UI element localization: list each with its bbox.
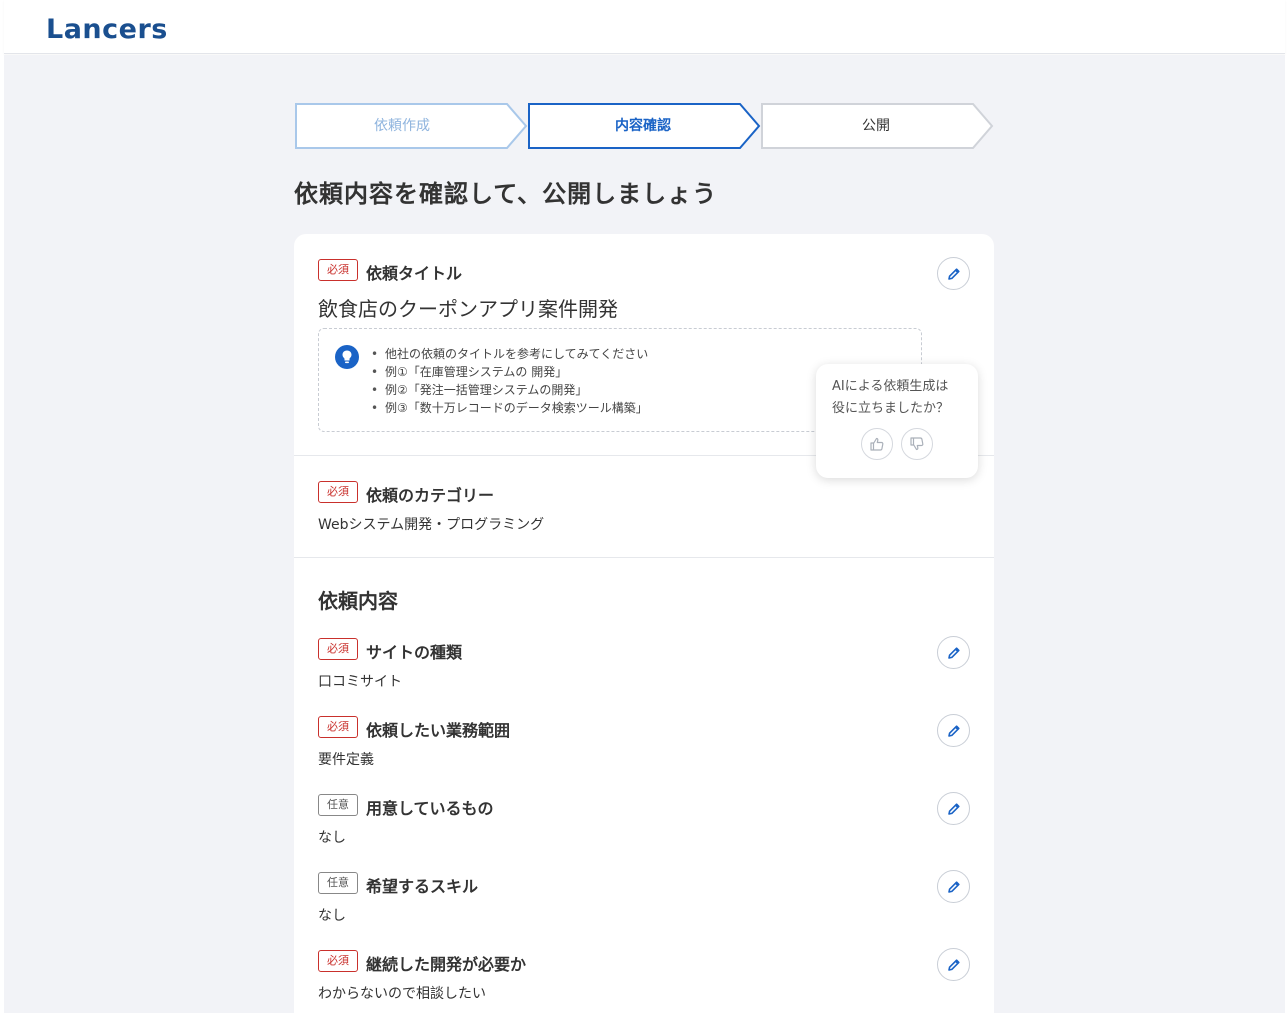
- main-content: 依頼作成 内容確認 公開 依頼内容を確認して、公開しましょう 必須 依頼タイトル…: [4, 55, 1285, 1013]
- site-type-value: 口コミサイト: [318, 674, 402, 690]
- page-title: 依頼内容を確認して、公開しましょう: [294, 180, 718, 208]
- step-create-label: 依頼作成: [374, 118, 430, 134]
- work-scope-value: 要件定義: [318, 752, 374, 768]
- site-header: Lancers: [4, 0, 1285, 54]
- step-confirm-label: 内容確認: [615, 118, 671, 134]
- hint-item: 他社の依頼のタイトルを参考にしてみてください: [371, 345, 648, 363]
- optional-badge: 任意: [318, 794, 358, 816]
- details-heading: 依頼内容: [318, 589, 398, 613]
- edit-work-scope-button[interactable]: [937, 714, 970, 747]
- pencil-icon: [947, 267, 960, 280]
- hint-item: 例③「数十万レコードのデータ検索ツール構築」: [371, 399, 648, 417]
- step-publish: 公開: [760, 102, 996, 150]
- desired-skills-label: 希望するスキル: [366, 877, 479, 896]
- edit-continued-dev-button[interactable]: [937, 948, 970, 981]
- title-field-label: 依頼タイトル: [366, 264, 463, 283]
- step-confirm: 内容確認: [527, 102, 763, 150]
- ai-feedback-line1: AIによる依頼生成は: [832, 379, 949, 394]
- pencil-icon: [947, 724, 960, 737]
- thumbs-down-button[interactable]: [901, 428, 933, 460]
- prepared-items-value: なし: [318, 830, 346, 846]
- request-review-card: 必須 依頼タイトル 飲食店のクーポンアプリ案件開発 他社の依頼のタイトルを参考に…: [294, 234, 994, 1013]
- required-badge: 必須: [318, 259, 358, 281]
- thumbs-up-button[interactable]: [861, 428, 893, 460]
- ai-feedback-popup: AIによる依頼生成は 役に立ちましたか？: [816, 364, 978, 478]
- progress-stepper: 依頼作成 内容確認 公開: [294, 102, 994, 150]
- continued-dev-label: 継続した開発が必要か: [366, 955, 527, 974]
- hint-item: 例②「発注一括管理システムの開発」: [371, 381, 648, 399]
- details-section: 依頼内容 必須 サイトの種類 口コミサイト 必須 依頼したい業務範囲 要件定義 …: [294, 558, 994, 1013]
- optional-badge: 任意: [318, 872, 358, 894]
- pencil-icon: [947, 802, 960, 815]
- step-create: 依頼作成: [294, 102, 530, 150]
- continued-dev-value: わからないので相談したい: [318, 986, 486, 1002]
- ai-feedback-question: AIによる依頼生成は 役に立ちましたか？: [832, 376, 968, 420]
- pencil-icon: [947, 880, 960, 893]
- title-value: 飲食店のクーポンアプリ案件開発: [318, 297, 618, 321]
- step-publish-label: 公開: [862, 118, 890, 134]
- site-type-label: サイトの種類: [366, 643, 463, 662]
- title-hint-list: 他社の依頼のタイトルを参考にしてみてください 例①「在庫管理システムの 開発」 …: [371, 345, 648, 417]
- category-field-label: 依頼のカテゴリー: [366, 486, 495, 505]
- category-value: Webシステム開発・プログラミング: [318, 517, 545, 533]
- pencil-icon: [947, 646, 960, 659]
- prepared-items-label: 用意しているもの: [366, 799, 494, 818]
- required-badge: 必須: [318, 950, 358, 972]
- required-badge: 必須: [318, 481, 358, 503]
- thumbs-up-icon: [870, 437, 884, 451]
- work-scope-label: 依頼したい業務範囲: [366, 721, 511, 740]
- pencil-icon: [947, 958, 960, 971]
- edit-title-button[interactable]: [937, 257, 970, 290]
- required-badge: 必須: [318, 716, 358, 738]
- desired-skills-value: なし: [318, 908, 346, 924]
- ai-feedback-line2: 役に立ちましたか？: [832, 401, 950, 416]
- edit-prepared-items-button[interactable]: [937, 792, 970, 825]
- lightbulb-icon: [335, 345, 359, 369]
- lancers-logo[interactable]: Lancers: [46, 14, 168, 45]
- edit-site-type-button[interactable]: [937, 636, 970, 669]
- edit-desired-skills-button[interactable]: [937, 870, 970, 903]
- thumbs-down-icon: [910, 437, 924, 451]
- required-badge: 必須: [318, 638, 358, 660]
- hint-item: 例①「在庫管理システムの 開発」: [371, 363, 648, 381]
